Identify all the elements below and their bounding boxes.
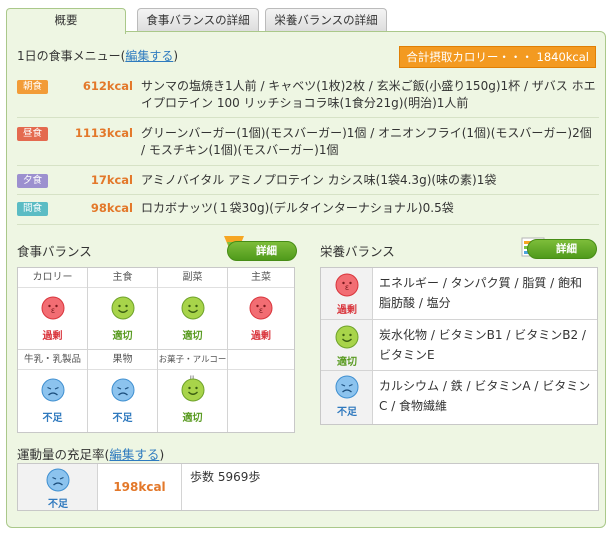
food-balance-cell-dairy: 牛乳・乳製品 不足 [18,350,88,432]
cell-header: 果物 [88,350,157,370]
nutrition-row-low: 不足 カルシウム / 鉄 / ビタミンA / ビタミンC / 食物繊維 [321,371,597,424]
cell-status: 不足 [42,413,63,424]
tab-nutrition-balance-detail[interactable]: 栄養バランスの詳細 [265,8,387,32]
cell-header: お菓子・アルコール [158,350,227,385]
nutrition-status-cell: 不足 [321,371,373,424]
nutrition-status: 適切 [337,357,357,368]
nutrition-items: 炭水化物 / ビタミンB1 / ビタミンB2 / ビタミンE [379,328,586,362]
exercise-steps: 歩数 5969歩 [190,470,261,484]
meal-description: サンマの塩焼き1人前 / キャベツ(1枚)2枚 / 玄米ご飯(小盛り150g)1… [141,79,596,110]
tab-bar: 概要 食事バランスの詳細 栄養バランスの詳細 [6,8,606,34]
edit-menu-link[interactable]: 編集する [125,49,173,63]
meal-row-breakfast: 朝食 612kcal サンマの塩焼き1人前 / キャベツ(1枚)2枚 / 玄米ご… [17,78,599,114]
cell-header: 牛乳・乳製品 [18,350,87,370]
meal-tag: 間食 [17,202,48,216]
face-over-icon: ε [41,296,64,320]
overview-panel: 1日の食事メニュー(編集する) 合計摂取カロリー・・・ 1840kcal 朝食 … [6,31,606,528]
meal-divider [17,194,599,195]
food-balance-title: 食事バランス [17,244,92,259]
exercise-title-close: ) [159,447,165,462]
face-ok-icon [335,325,359,349]
meal-row-lunch: 昼食 1113kcal グリーンバーガー(1個)(モスバーガー)1個 / オニオ… [17,125,599,161]
meal-tag: 昼食 [17,127,48,141]
nutrition-status-cell: 適切 [321,320,373,370]
nutrition-balance-detail-button[interactable]: 詳細 [527,239,597,259]
meal-tag: 夕食 [17,174,48,188]
cell-header: 主菜 [228,268,294,288]
nutrition-status-cell: ε 過剰 [321,268,373,319]
meal-kcal: 612kcal [82,79,133,93]
nutrition-status: 不足 [337,407,357,418]
nutrition-balance-table: ε 過剰 エネルギー / タンパク質 / 脂質 / 飽和脂肪酸 / 塩分 適切 … [320,267,598,425]
food-balance-cell-empty [228,350,294,432]
meal-description: グリーンバーガー(1個)(モスバーガー)1個 / オニオンフライ(1個)(モスバ… [141,126,592,157]
nutrition-status: 過剰 [337,305,357,316]
exercise-title: 運動量の充足率(編集する) [17,444,164,463]
nutrition-balance-title: 栄養バランス [320,244,395,259]
meal-description: ロカボナッツ(１袋30g)(デルタインターナショナル)0.5袋 [141,201,454,215]
meal-tag: 朝食 [17,80,48,94]
exercise-kcal: 198kcal [98,464,182,510]
cell-header: カロリー [18,268,87,288]
face-over-icon: ε [335,273,359,297]
food-balance-cell-snacks-alcohol: お菓子・アルコール 適切 [158,350,228,432]
tab-food-balance-detail[interactable]: 食事バランスの詳細 [137,8,259,32]
food-balance-cell-calorie: カロリー ε 過剰 [18,268,88,350]
exercise-status-cell: 不足 [18,464,98,510]
exercise-table: 不足 198kcal 歩数 5969歩 [17,463,599,511]
face-ok-icon [181,378,204,402]
meal-kcal: 1113kcal [74,126,133,140]
svg-text:ε: ε [345,283,349,292]
food-balance-cell-staple: 主食 適切 [88,268,158,350]
cell-header [228,350,294,370]
daily-menu-title: 1日の食事メニュー(編集する) [17,47,178,64]
exercise-status: 不足 [48,499,68,510]
cell-status: 適切 [182,413,203,424]
nutrition-items: エネルギー / タンパク質 / 脂質 / 飽和脂肪酸 / 塩分 [379,276,583,310]
food-balance-cell-side-dish: 副菜 適切 [158,268,228,350]
face-low-icon [46,468,70,492]
nutrition-row-ok: 適切 炭水化物 / ビタミンB1 / ビタミンB2 / ビタミンE [321,320,597,371]
food-balance-grid: カロリー ε 過剰 主食 適切 副菜 適切 主菜 ε 過剰 牛乳・乳製品 不足 … [17,267,295,433]
meal-row-snack: 間食 98kcal ロカボナッツ(１袋30g)(デルタインターナショナル)0.5… [17,200,599,218]
cell-status: 過剰 [42,331,63,342]
face-low-icon [111,378,134,402]
total-calorie-badge: 合計摂取カロリー・・・ 1840kcal [399,46,596,68]
food-balance-cell-fruit: 果物 不足 [88,350,158,432]
face-ok-icon [111,296,134,320]
exercise-title-text: 運動量の充足率( [17,447,110,462]
food-balance-cell-main-dish: 主菜 ε 過剰 [228,268,294,350]
meal-divider [17,117,599,118]
meal-divider [17,165,599,166]
face-ok-icon [181,296,204,320]
meal-description: アミノバイタル アミノプロテイン カシス味(1袋4.3g)(味の素)1袋 [141,173,497,187]
svg-text:ε: ε [259,306,263,315]
face-low-icon [41,378,64,402]
daily-menu-title-close: ) [173,49,179,63]
cell-status: 過剰 [251,331,271,342]
meal-kcal: 98kcal [90,201,133,215]
cell-status: 適切 [112,331,133,342]
cell-status: 適切 [182,331,203,342]
meal-divider [17,224,599,225]
edit-exercise-link[interactable]: 編集する [109,447,159,462]
nutrition-items: カルシウム / 鉄 / ビタミンA / ビタミンC / 食物繊維 [379,379,591,413]
meal-kcal: 17kcal [90,173,133,187]
tab-overview[interactable]: 概要 [6,8,126,34]
meal-row-dinner: 夕食 17kcal アミノバイタル アミノプロテイン カシス味(1袋4.3g)(… [17,172,599,190]
cell-status: 不足 [112,413,133,424]
nutrition-row-over: ε 過剰 エネルギー / タンパク質 / 脂質 / 飽和脂肪酸 / 塩分 [321,268,597,320]
cell-header: 主食 [88,268,157,288]
svg-text:ε: ε [50,306,54,315]
daily-menu-title-text: 1日の食事メニュー( [17,49,126,63]
food-balance-detail-button[interactable]: 詳細 [227,241,297,261]
cell-header: 副菜 [158,268,227,288]
face-low-icon [335,375,359,399]
face-over-icon: ε [249,296,273,320]
